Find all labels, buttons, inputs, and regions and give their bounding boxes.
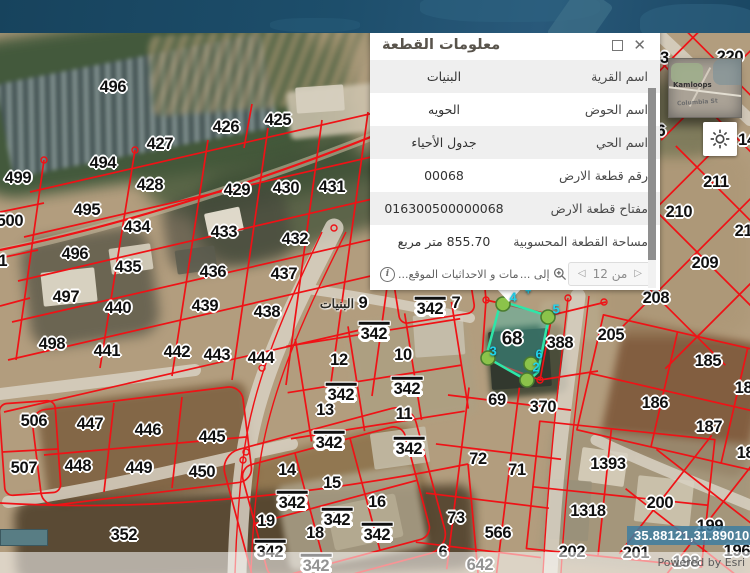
zoom-to-label: ... إلى bbox=[519, 267, 550, 281]
popup-pager: ◁ من 12 ▷ bbox=[567, 262, 652, 286]
close-icon[interactable]: ✕ bbox=[633, 37, 646, 53]
dock-icon[interactable] bbox=[612, 39, 624, 51]
sun-icon bbox=[710, 129, 730, 149]
terrain-patch bbox=[369, 426, 431, 470]
coordinates-readout: 35.88121,31.89010 bbox=[627, 526, 750, 545]
terrain-patch bbox=[488, 327, 552, 391]
overview-inset-map[interactable]: Kamloops Columbia St bbox=[668, 58, 742, 118]
popup-row: مساحة القطعة المحسوبية 855.70 متر مربع bbox=[370, 225, 660, 258]
field-value: 00068 bbox=[424, 168, 464, 183]
terrain-patch bbox=[36, 380, 258, 510]
popup-row: اسم القرية البنيات bbox=[370, 60, 660, 93]
location-info-label: ...مات و الاحداثيات الموقع bbox=[398, 267, 519, 281]
field-value: الحويه bbox=[428, 102, 460, 117]
popup-row: رقم قطعة الارض 00068 bbox=[370, 159, 660, 192]
field-label: اسم الحوض bbox=[584, 102, 648, 117]
field-value: 855.70 متر مربع bbox=[397, 234, 491, 249]
popup-row: مفتاح قطعة الارض 016300500000068 bbox=[370, 192, 660, 225]
terrain-patch bbox=[540, 300, 600, 340]
sun-button[interactable] bbox=[703, 122, 737, 156]
popup-title: معلومات القطعة bbox=[382, 37, 501, 53]
popup-anchor-arrow bbox=[496, 288, 522, 302]
field-label: اسم القرية bbox=[591, 69, 648, 84]
location-info-link[interactable]: i ...مات و الاحداثيات الموقع bbox=[380, 266, 519, 282]
terrain-patch bbox=[40, 267, 98, 307]
terrain-patch bbox=[412, 312, 466, 358]
field-value: البنيات bbox=[426, 69, 462, 84]
field-label: مساحة القطعة المحسوبية bbox=[513, 234, 648, 249]
pager-next-icon[interactable]: ▷ bbox=[634, 269, 642, 279]
popup-row: اسم الحوض الحويه bbox=[370, 93, 660, 126]
attribution-bar: Powered by Esri bbox=[0, 552, 750, 573]
inset-park-patch bbox=[671, 63, 703, 83]
parcel-info-popup: معلومات القطعة ✕ اسم القرية البنيات اسم ال… bbox=[370, 28, 660, 290]
terrain-patch bbox=[295, 84, 345, 114]
terrain-patch bbox=[547, 478, 593, 542]
zoom-to-link[interactable]: ... إلى bbox=[520, 267, 567, 281]
inset-street-label: Columbia St bbox=[676, 97, 718, 108]
scrollbar-thumb[interactable] bbox=[648, 88, 656, 260]
field-label: مفتاح قطعة الارض bbox=[550, 201, 648, 216]
field-label: رقم قطعة الارض bbox=[559, 168, 648, 183]
field-label: اسم الحي bbox=[595, 135, 648, 150]
zoom-in-magnifier-icon bbox=[553, 267, 566, 281]
popup-footer: i ...مات و الاحداثيات الموقع ... إلى ◁ م… bbox=[370, 258, 660, 290]
attribute-table: اسم القرية البنيات اسم الحوض الحويه اسم الحي… bbox=[370, 60, 660, 258]
inset-city-label: Kamloops bbox=[673, 81, 712, 89]
map-viewport[interactable]: 496 426 425 427 494 499 428 429 430 431 495 500 434 4… bbox=[0, 0, 750, 573]
pager-text: من 12 bbox=[592, 267, 628, 281]
info-circle-icon: i bbox=[380, 266, 395, 282]
popup-scrollbar bbox=[648, 88, 656, 288]
field-value: جدول الأحياء bbox=[411, 135, 477, 150]
popup-row: اسم الحي جدول الأحياء bbox=[370, 126, 660, 159]
basemap-edge-strip bbox=[0, 0, 750, 33]
pager-prev-icon[interactable]: ◁ bbox=[578, 269, 586, 279]
attribution-text: Powered by Esri bbox=[657, 556, 745, 569]
field-value: 016300500000068 bbox=[384, 201, 504, 216]
scalebar-fragment bbox=[0, 529, 48, 546]
terrain-patch bbox=[633, 475, 695, 527]
inset-water-patch bbox=[713, 59, 741, 85]
